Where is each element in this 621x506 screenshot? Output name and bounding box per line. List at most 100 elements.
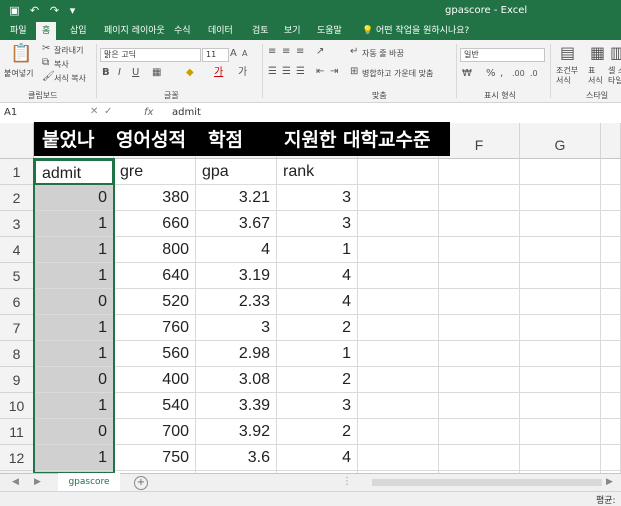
table-cell[interactable]: 0 [34,419,114,445]
empty-cell[interactable] [601,185,621,211]
row-header-12[interactable]: 12 [0,445,34,471]
empty-cell[interactable] [520,185,601,211]
increase-indent-icon[interactable]: ⇥ [330,66,338,78]
format-painter-button[interactable]: 서식 복사 [54,73,86,84]
empty-cell[interactable] [520,445,601,471]
table-cell[interactable]: 3.92 [196,419,277,445]
scroll-end-icon[interactable]: ▶ [606,477,613,487]
empty-cell[interactable] [439,419,520,445]
font-color-icon[interactable]: 가 [214,67,223,79]
conditional-format-button[interactable]: 조건부 서식 [556,66,580,86]
table-cell[interactable]: 3.19 [196,263,277,289]
table-cell[interactable]: 4 [196,237,277,263]
empty-cell[interactable] [520,419,601,445]
row-header-2[interactable]: 2 [0,185,34,211]
table-cell[interactable]: 1 [34,263,114,289]
increase-decimal-icon[interactable]: .00 [512,68,525,80]
tell-me-box[interactable]: 어떤 작업을 원하시나요? [370,22,475,40]
table-cell[interactable]: 1 [34,315,114,341]
empty-cell[interactable] [601,315,621,341]
empty-cell[interactable] [601,367,621,393]
empty-cell[interactable] [439,315,520,341]
italic-icon[interactable]: I [118,67,121,79]
decrease-decimal-icon[interactable]: .0 [530,68,538,80]
select-all-corner[interactable] [0,123,34,159]
table-cell[interactable]: 2.33 [196,289,277,315]
table-cell[interactable]: 520 [114,289,196,315]
table-cell[interactable]: 2 [277,315,358,341]
tab-page-layout[interactable]: 페이지 레이아웃 [98,22,171,40]
font-size-select[interactable]: 11 [202,48,229,62]
underline-icon[interactable]: U [132,67,139,79]
empty-cell[interactable] [358,393,439,419]
empty-cell[interactable] [439,185,520,211]
tab-help[interactable]: 도움말 [311,22,348,40]
empty-cell[interactable] [439,393,520,419]
paste-button[interactable]: 붙여넣기 [4,68,33,79]
table-cell[interactable]: 3.67 [196,211,277,237]
table-cell[interactable]: 1 [277,341,358,367]
copy-button[interactable]: 복사 [54,59,69,70]
table-cell[interactable]: 750 [114,445,196,471]
row-header-7[interactable]: 7 [0,315,34,341]
cell-a1[interactable]: admit [34,159,114,185]
cell-b1[interactable]: gre [114,159,196,185]
empty-cell[interactable] [358,419,439,445]
empty-cell[interactable] [439,237,520,263]
wrap-text-button[interactable]: 자동 줄 바꿈 [362,48,404,59]
sheet-tab-gpascore[interactable]: gpascore [58,473,120,493]
phonetic-icon[interactable]: 가 [238,67,247,79]
redo-icon[interactable]: ↷ [48,4,61,17]
empty-cell[interactable] [439,159,520,185]
table-cell[interactable]: 2 [277,419,358,445]
borders-icon[interactable]: ▦ [152,67,161,79]
shrink-font-icon[interactable]: A [242,48,247,60]
row-header-1[interactable]: 1 [0,159,34,185]
undo-icon[interactable]: ↶ [28,4,41,17]
tab-home[interactable]: 홈 [36,22,57,40]
decrease-indent-icon[interactable]: ⇤ [316,66,324,78]
row-header-6[interactable]: 6 [0,289,34,315]
empty-cell[interactable] [601,263,621,289]
add-sheet-button[interactable]: + [134,476,148,490]
table-cell[interactable]: 700 [114,419,196,445]
table-cell[interactable]: 3 [196,315,277,341]
table-cell[interactable]: 0 [34,289,114,315]
grow-font-icon[interactable]: A [230,48,237,60]
align-bottom-icon[interactable]: ≡ [296,46,304,58]
scroll-left-icon[interactable]: ◀ [12,477,19,487]
empty-cell[interactable] [358,159,439,185]
column-header-h[interactable] [601,123,621,159]
table-cell[interactable]: 1 [277,237,358,263]
empty-cell[interactable] [601,159,621,185]
table-cell[interactable]: 0 [34,185,114,211]
cell-c1[interactable]: gpa [196,159,277,185]
empty-cell[interactable] [358,263,439,289]
row-header-11[interactable]: 11 [0,419,34,445]
sheet-tab-options-icon[interactable]: ⋮ [342,476,352,487]
scroll-right-icon[interactable]: ▶ [34,477,41,487]
empty-cell[interactable] [520,315,601,341]
empty-cell[interactable] [520,159,601,185]
fill-color-icon[interactable]: ◆ [186,67,194,79]
table-cell[interactable]: 3 [277,211,358,237]
row-header-3[interactable]: 3 [0,211,34,237]
empty-cell[interactable] [601,341,621,367]
empty-cell[interactable] [358,341,439,367]
row-header-4[interactable]: 4 [0,237,34,263]
name-box[interactable]: A1 [4,107,17,118]
empty-cell[interactable] [358,211,439,237]
tab-review[interactable]: 검토 [246,22,275,40]
tab-view[interactable]: 보기 [278,22,307,40]
table-cell[interactable]: 560 [114,341,196,367]
cut-button[interactable]: 잘라내기 [54,45,83,56]
empty-cell[interactable] [520,289,601,315]
horizontal-scrollbar[interactable] [372,479,602,486]
tab-formulas[interactable]: 수식 [168,22,197,40]
align-left-icon[interactable]: ☰ [268,66,277,78]
font-name-select[interactable]: 맑은 고딕 [100,48,201,62]
customize-quick-access-icon[interactable]: ▾ [66,4,79,17]
tab-data[interactable]: 데이터 [202,22,239,40]
comma-icon[interactable]: , [500,68,503,80]
row-header-9[interactable]: 9 [0,367,34,393]
